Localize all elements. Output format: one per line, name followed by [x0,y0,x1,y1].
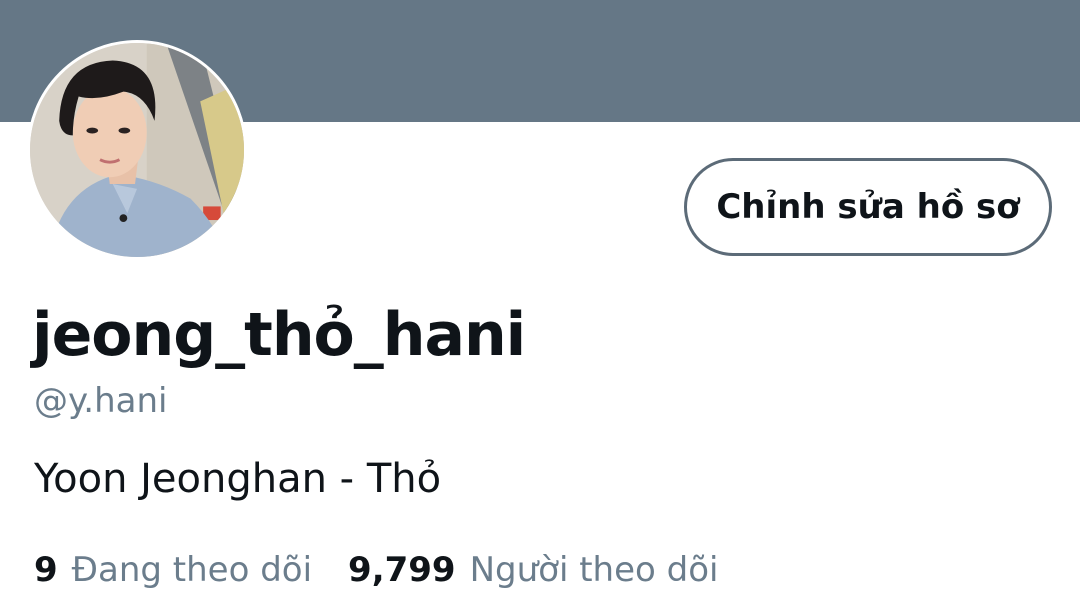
profile-photo-icon [30,43,244,257]
following-count: 9 [34,550,58,590]
follow-stats: 9 Đang theo dõi 9,799 Người theo dõi [34,550,718,590]
username-handle: @y.hani [34,381,168,421]
avatar[interactable] [27,40,247,260]
display-name: jeong_thỏ_hani [32,300,526,370]
followers-link[interactable]: 9,799 Người theo dõi [348,550,718,590]
followers-label: Người theo dõi [469,550,719,590]
profile-page: Chỉnh sửa hồ sơ jeong_thỏ_hani @y.hani Y… [0,0,1080,608]
following-link[interactable]: 9 Đang theo dõi [34,550,312,590]
profile-bio: Yoon Jeonghan - Thỏ [34,456,442,502]
following-label: Đang theo dõi [71,550,313,590]
edit-profile-button[interactable]: Chỉnh sửa hồ sơ [684,158,1052,256]
followers-count: 9,799 [348,550,456,590]
